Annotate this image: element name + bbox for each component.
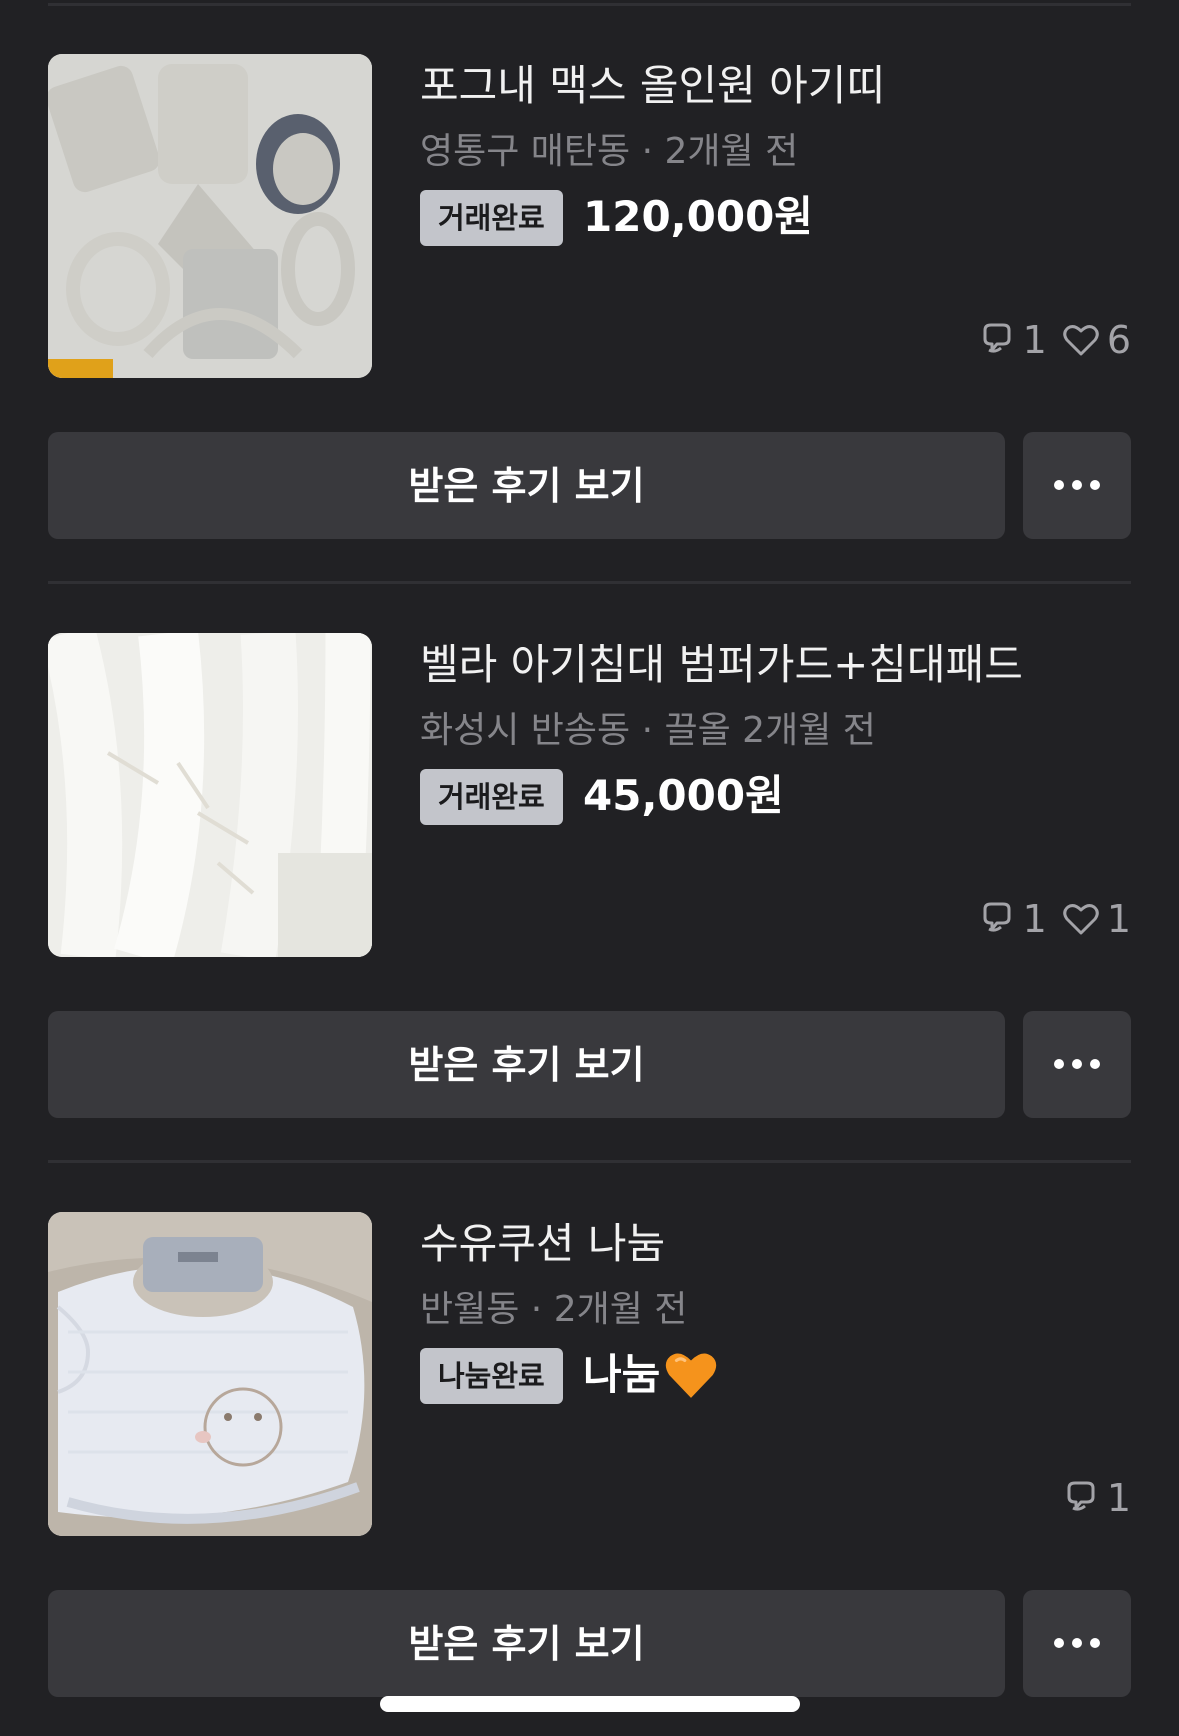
chat-bubble-icon xyxy=(977,899,1017,939)
item-thumbnail[interactable] xyxy=(48,54,372,378)
view-received-review-button[interactable]: 받은 후기 보기 xyxy=(48,1590,1005,1697)
status-badge: 거래완료 xyxy=(420,769,563,825)
list-item[interactable]: 수유쿠션 나눔 반월동 · 2개월 전 나눔완료 나눔 1 받은 후기 보기 xyxy=(0,1212,1179,1735)
item-stats: 1 6 xyxy=(977,316,1131,364)
comment-count: 1 xyxy=(1106,1476,1131,1520)
nursing-cushion-photo xyxy=(48,1212,372,1536)
item-thumbnail[interactable] xyxy=(48,1212,372,1536)
crib-bumper-photo xyxy=(48,633,372,957)
ellipsis-icon xyxy=(1054,1059,1100,1069)
status-badge: 거래완료 xyxy=(420,190,563,246)
status-badge: 나눔완료 xyxy=(420,1348,563,1404)
item-stats: 1 1 xyxy=(977,895,1131,943)
item-title[interactable]: 벨라 아기침대 범퍼가드+침대패드 xyxy=(420,637,1023,693)
heart-outline-icon xyxy=(1061,320,1101,360)
list-item[interactable]: 벨라 아기침대 범퍼가드+침대패드 화성시 반송동 · 끌올 2개월 전 거래완… xyxy=(0,633,1179,1156)
item-thumbnail[interactable] xyxy=(48,633,372,957)
list-divider xyxy=(48,1160,1131,1163)
chat-bubble-icon xyxy=(1061,1478,1101,1518)
item-title[interactable]: 포그내 맥스 올인원 아기띠 xyxy=(420,58,885,114)
comment-count: 1 xyxy=(1022,318,1047,362)
more-options-button[interactable] xyxy=(1023,1011,1131,1118)
baby-carrier-photo xyxy=(48,54,372,378)
heart-outline-icon xyxy=(1061,899,1101,939)
list-item[interactable]: 포그내 맥스 올인원 아기띠 영통구 매탄동 · 2개월 전 거래완료 120,… xyxy=(0,54,1179,577)
item-price: 나눔 xyxy=(583,1342,718,1408)
item-location-time: 반월동 · 2개월 전 xyxy=(420,1289,688,1330)
view-received-review-button[interactable]: 받은 후기 보기 xyxy=(48,432,1005,539)
comment-count: 1 xyxy=(1022,897,1047,941)
list-divider xyxy=(48,581,1131,584)
like-count: 6 xyxy=(1106,318,1131,362)
item-location-time: 화성시 반송동 · 끌올 2개월 전 xyxy=(420,710,876,751)
home-indicator[interactable] xyxy=(380,1696,800,1712)
orange-heart-icon xyxy=(666,1353,717,1398)
item-location-time: 영통구 매탄동 · 2개월 전 xyxy=(420,131,799,172)
ellipsis-icon xyxy=(1054,480,1100,490)
more-options-button[interactable] xyxy=(1023,432,1131,539)
item-price: 120,000원 xyxy=(583,192,813,241)
item-title[interactable]: 수유쿠션 나눔 xyxy=(420,1216,665,1272)
more-options-button[interactable] xyxy=(1023,1590,1131,1697)
view-received-review-button[interactable]: 받은 후기 보기 xyxy=(48,1011,1005,1118)
chat-bubble-icon xyxy=(977,320,1017,360)
ellipsis-icon xyxy=(1054,1638,1100,1648)
item-price: 45,000원 xyxy=(583,771,784,820)
like-count: 1 xyxy=(1106,897,1131,941)
free-share-label: 나눔 xyxy=(583,1350,661,1399)
item-stats: 1 xyxy=(1061,1474,1131,1522)
list-divider xyxy=(48,3,1131,6)
